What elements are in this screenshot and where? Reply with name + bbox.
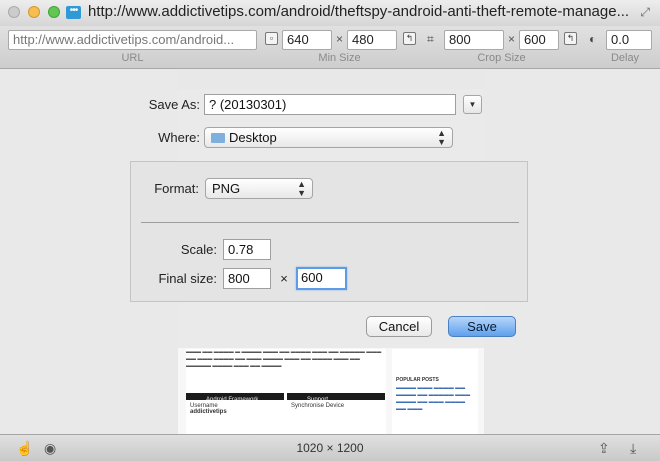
- crop-height-field[interactable]: 600: [519, 30, 559, 50]
- where-label: Where:: [158, 130, 200, 145]
- min-size-lock-icon[interactable]: ↰: [403, 32, 416, 45]
- preview-sidebar-links: ▬▬▬▬ ▬▬▬ ▬▬▬▬ ▬▬ ▬▬▬▬ ▬▬ ▬▬▬▬▬ ▬▬▬ ▬▬▬▬ …: [396, 385, 471, 412]
- format-label: Format:: [154, 181, 199, 196]
- min-size-label: Min Size: [318, 52, 361, 64]
- url-label: URL: [121, 52, 144, 64]
- preview-article: ▬▬▬ ▬▬ ▬▬▬▬ ▬ ▬▬▬▬ ▬▬▬ ▬▬ ▬▬▬▬ ▬▬▬ ▬▬ ▬▬…: [186, 349, 386, 434]
- save-as-label: Save As:: [148, 97, 200, 112]
- crop-size-lock-icon[interactable]: ↰: [564, 32, 577, 45]
- save-button[interactable]: Save: [448, 316, 516, 337]
- page-dimensions: 1020 × 1200: [296, 441, 364, 455]
- crop-icon: ⌗: [427, 32, 434, 46]
- crop-width-field[interactable]: 800: [444, 30, 504, 50]
- popup-arrows-icon: ▲ ▼: [297, 179, 306, 198]
- preview-paragraph: ▬▬▬ ▬▬ ▬▬▬▬ ▬ ▬▬▬▬ ▬▬▬ ▬▬ ▬▬▬▬ ▬▬▬ ▬▬ ▬▬…: [186, 349, 382, 369]
- min-size-icon: ▫: [265, 32, 278, 45]
- final-size-label: Final size:: [158, 271, 217, 286]
- scale-label: Scale:: [180, 242, 217, 257]
- preview-synchronise: Synchronise Device: [291, 403, 345, 409]
- format-popup[interactable]: PNG ▲ ▼: [205, 178, 313, 199]
- where-popup[interactable]: Desktop ▲ ▼: [204, 127, 453, 148]
- fullscreen-icon[interactable]: ⤢: [640, 5, 650, 20]
- delay-icon: ◐: [589, 32, 597, 46]
- preview-username-box: Username addictivetips: [186, 400, 284, 434]
- window-title: http://www.addictivetips.com/android/the…: [88, 3, 628, 20]
- min-size-times: ×: [336, 32, 344, 46]
- minimize-window-button[interactable]: [28, 6, 40, 18]
- format-value: PNG: [212, 181, 241, 196]
- delay-label: Delay: [610, 52, 640, 64]
- preview-screenshot-right: Support Synchronise Device: [287, 393, 385, 434]
- options-divider: [141, 222, 519, 223]
- preview-sidebar: POPULAR POSTS ▬▬▬▬ ▬▬▬ ▬▬▬▬ ▬▬ ▬▬▬▬ ▬▬ ▬…: [392, 349, 478, 434]
- crop-size-label: Crop Size: [477, 52, 526, 64]
- final-height-field[interactable]: 600: [296, 267, 347, 290]
- final-size-times: ×: [280, 271, 288, 286]
- crop-size-times: ×: [508, 32, 516, 46]
- content-area: ▬▬▬ ▬▬ ▬▬▬▬ ▬ ▬▬▬▬ ▬▬▬ ▬▬ ▬▬▬▬ ▬▬▬ ▬▬ ▬▬…: [0, 69, 660, 434]
- final-width-field[interactable]: 800: [223, 268, 271, 289]
- cancel-button[interactable]: Cancel: [366, 316, 432, 337]
- close-window-button[interactable]: [8, 6, 20, 18]
- preview-popular-posts: POPULAR POSTS: [396, 377, 439, 383]
- zoom-window-button[interactable]: [48, 6, 60, 18]
- preview-screenshot-left: Android Framework Username addictivetips: [186, 393, 284, 434]
- preview-username-value: addictivetips: [190, 409, 227, 415]
- popup-arrows-icon: ▲ ▼: [437, 128, 446, 147]
- download-icon[interactable]: ⤓: [630, 440, 636, 457]
- site-favicon-icon: •••: [66, 6, 81, 19]
- bottom-bar: ☝ ◉ 1020 × 1200 ⇪ ⤓: [0, 434, 660, 461]
- scale-field[interactable]: 0.78: [223, 239, 271, 260]
- title-bar: ••• http://www.addictivetips.com/android…: [0, 0, 660, 26]
- where-value: Desktop: [229, 130, 277, 145]
- preview-sync-box: Synchronise Device: [287, 400, 385, 434]
- expand-dialog-button[interactable]: ▼: [463, 95, 482, 114]
- min-height-field[interactable]: 480: [347, 30, 397, 50]
- folder-icon: [211, 133, 225, 143]
- toolbar: http://www.addictivetips.com/android... …: [0, 26, 660, 69]
- save-as-field[interactable]: ? (20130301): [204, 94, 456, 115]
- format-options-box: Format: PNG ▲ ▼ Scale: 0.78 Final size: 8…: [130, 161, 528, 302]
- delay-field[interactable]: 0.0: [606, 30, 652, 50]
- share-icon[interactable]: ⇪: [598, 440, 610, 457]
- save-sheet: Save As: ? (20130301) ▼ Where: Desktop ▲…: [120, 69, 540, 348]
- url-field[interactable]: http://www.addictivetips.com/android...: [8, 30, 257, 50]
- min-width-field[interactable]: 640: [282, 30, 332, 50]
